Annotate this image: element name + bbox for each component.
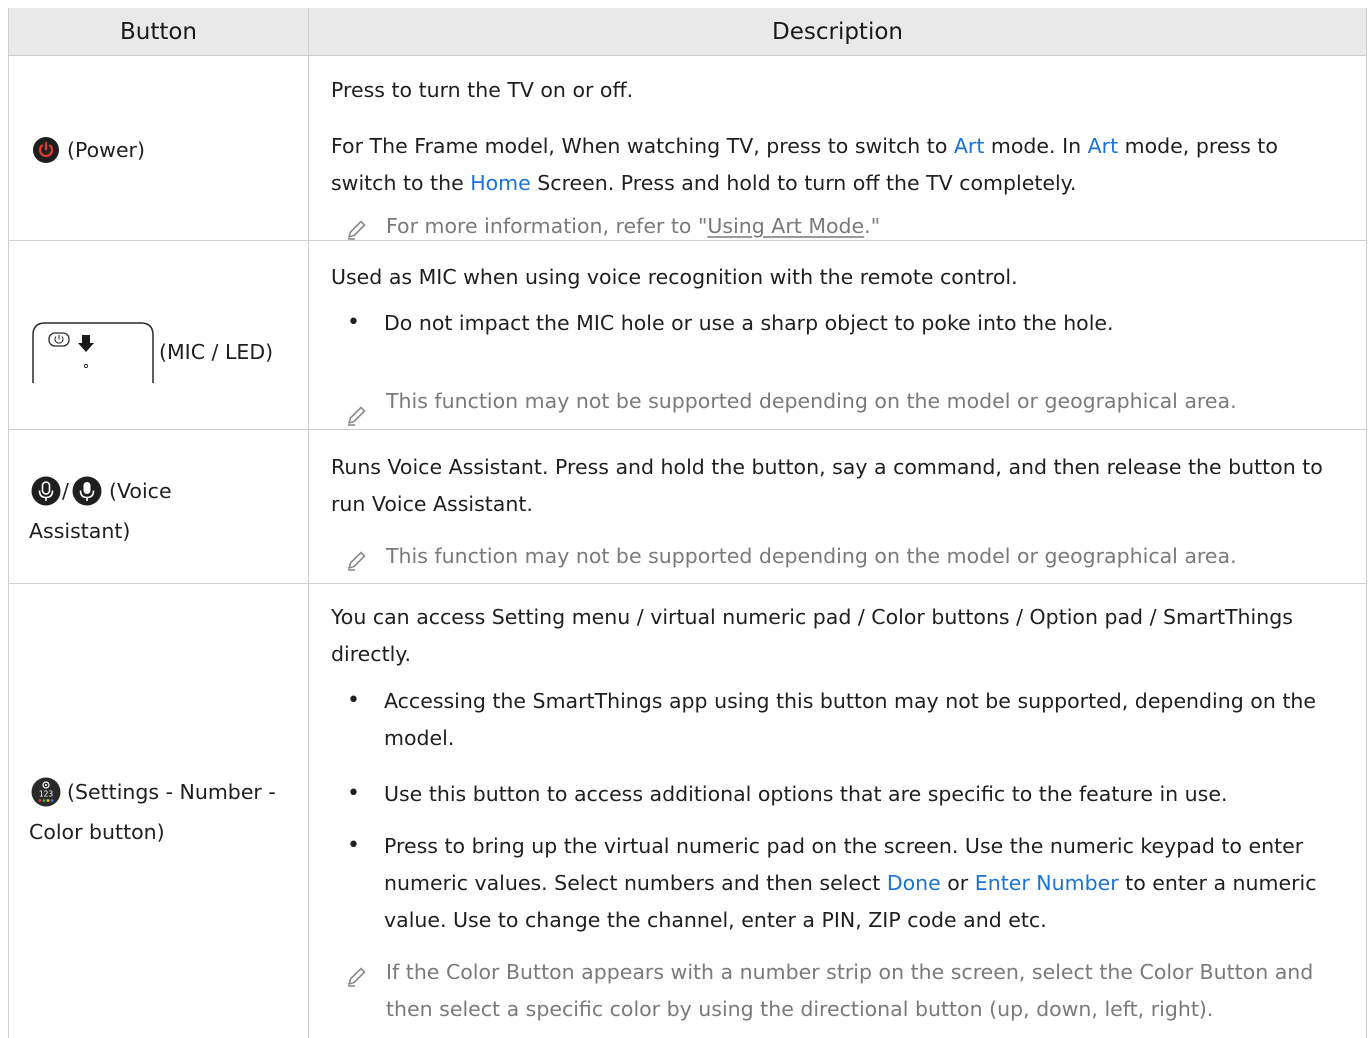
description-text: run Voice Assistant. bbox=[331, 492, 533, 516]
note-text: then select a specific color by using th… bbox=[386, 997, 1214, 1021]
bullet-text: Use this button to access additional opt… bbox=[384, 782, 1228, 806]
note-text: This function may not be supported depen… bbox=[386, 389, 1237, 413]
bullet-text: Do not impact the MIC hole or use a shar… bbox=[384, 311, 1114, 335]
button-cell: (Power) bbox=[9, 56, 309, 240]
description-cell: Used as MIC when using voice recognition… bbox=[309, 241, 1366, 429]
svg-text:123: 123 bbox=[39, 790, 54, 799]
note-text: This function may not be supported depen… bbox=[386, 544, 1237, 568]
button-cell: 123 (Settings - Number - Color button) bbox=[9, 584, 309, 1038]
voice-assistant-icon bbox=[72, 476, 102, 506]
bullet-dot: • bbox=[347, 310, 360, 335]
note-text: If the Color Button appears with a numbe… bbox=[386, 960, 1314, 984]
button-label: Assistant) bbox=[29, 519, 131, 543]
art-link[interactable]: Art bbox=[1088, 134, 1119, 158]
bullet-dot: • bbox=[347, 688, 360, 713]
description-cell: You can access Setting menu / virtual nu… bbox=[309, 584, 1366, 1038]
button-label: (Settings - Number - bbox=[67, 780, 276, 804]
enter-number-link[interactable]: Enter Number bbox=[975, 871, 1119, 895]
button-label: (Power) bbox=[67, 138, 145, 162]
bullet-text: Press to bring up the virtual numeric pa… bbox=[384, 834, 1304, 858]
description-text: You can access Setting menu / virtual nu… bbox=[331, 605, 1293, 629]
home-link[interactable]: Home bbox=[470, 171, 531, 195]
button-label: Color button) bbox=[29, 820, 165, 844]
mic-led-icon bbox=[32, 322, 154, 383]
button-cell: (MIC / LED) bbox=[9, 241, 309, 429]
using-art-mode-link[interactable]: Using Art Mode bbox=[707, 214, 864, 238]
voice-assistant-icon bbox=[31, 476, 61, 506]
button-label: (MIC / LED) bbox=[159, 340, 274, 364]
note-text: For more information, refer to "Using Ar… bbox=[386, 214, 881, 238]
bullet-text: Accessing the SmartThings app using this… bbox=[384, 689, 1316, 713]
description-cell: Runs Voice Assistant. Press and hold the… bbox=[309, 430, 1366, 583]
table-header: Button Description bbox=[9, 8, 1366, 56]
bullet-text: numeric values. Select numbers and then … bbox=[384, 871, 1317, 895]
icon-separator: / bbox=[62, 479, 69, 503]
button-cell: / (Voice Assistant) bbox=[9, 430, 309, 583]
description-text: directly. bbox=[331, 642, 412, 666]
description-text: For The Frame model, When watching TV, p… bbox=[331, 134, 1278, 158]
description-text: Press to turn the TV on or off. bbox=[331, 78, 634, 102]
button-label: (Voice bbox=[109, 479, 172, 503]
table-row: (Power) Press to turn the TV on or off. … bbox=[9, 56, 1366, 241]
table-row: (MIC / LED) Used as MIC when using voice… bbox=[9, 241, 1366, 430]
button-description-table: Button Description (Power) Press to turn… bbox=[8, 8, 1367, 1038]
description-text: Used as MIC when using voice recognition… bbox=[331, 265, 1018, 289]
header-description: Description bbox=[772, 19, 903, 45]
description-cell: Press to turn the TV on or off. For The … bbox=[309, 56, 1366, 240]
header-button: Button bbox=[9, 8, 309, 56]
description-text: Runs Voice Assistant. Press and hold the… bbox=[331, 455, 1323, 479]
pencil-icon bbox=[348, 551, 366, 571]
settings-number-color-icon: 123 bbox=[31, 777, 61, 807]
done-link[interactable]: Done bbox=[887, 871, 941, 895]
power-icon bbox=[33, 137, 59, 163]
pencil-icon bbox=[348, 967, 366, 987]
table-row: 123 (Settings - Number - Color button) Y… bbox=[9, 584, 1366, 1038]
table-row: / (Voice Assistant) Runs Voice Assistant… bbox=[9, 430, 1366, 584]
bullet-dot: • bbox=[347, 833, 360, 858]
pencil-icon bbox=[348, 220, 366, 240]
bullet-text: value. Use to change the channel, enter … bbox=[384, 908, 1047, 932]
description-text: switch to the Home Screen. Press and hol… bbox=[331, 171, 1077, 195]
bullet-dot: • bbox=[347, 781, 360, 806]
pencil-icon bbox=[348, 406, 366, 426]
art-link[interactable]: Art bbox=[954, 134, 985, 158]
bullet-text: model. bbox=[384, 726, 455, 750]
